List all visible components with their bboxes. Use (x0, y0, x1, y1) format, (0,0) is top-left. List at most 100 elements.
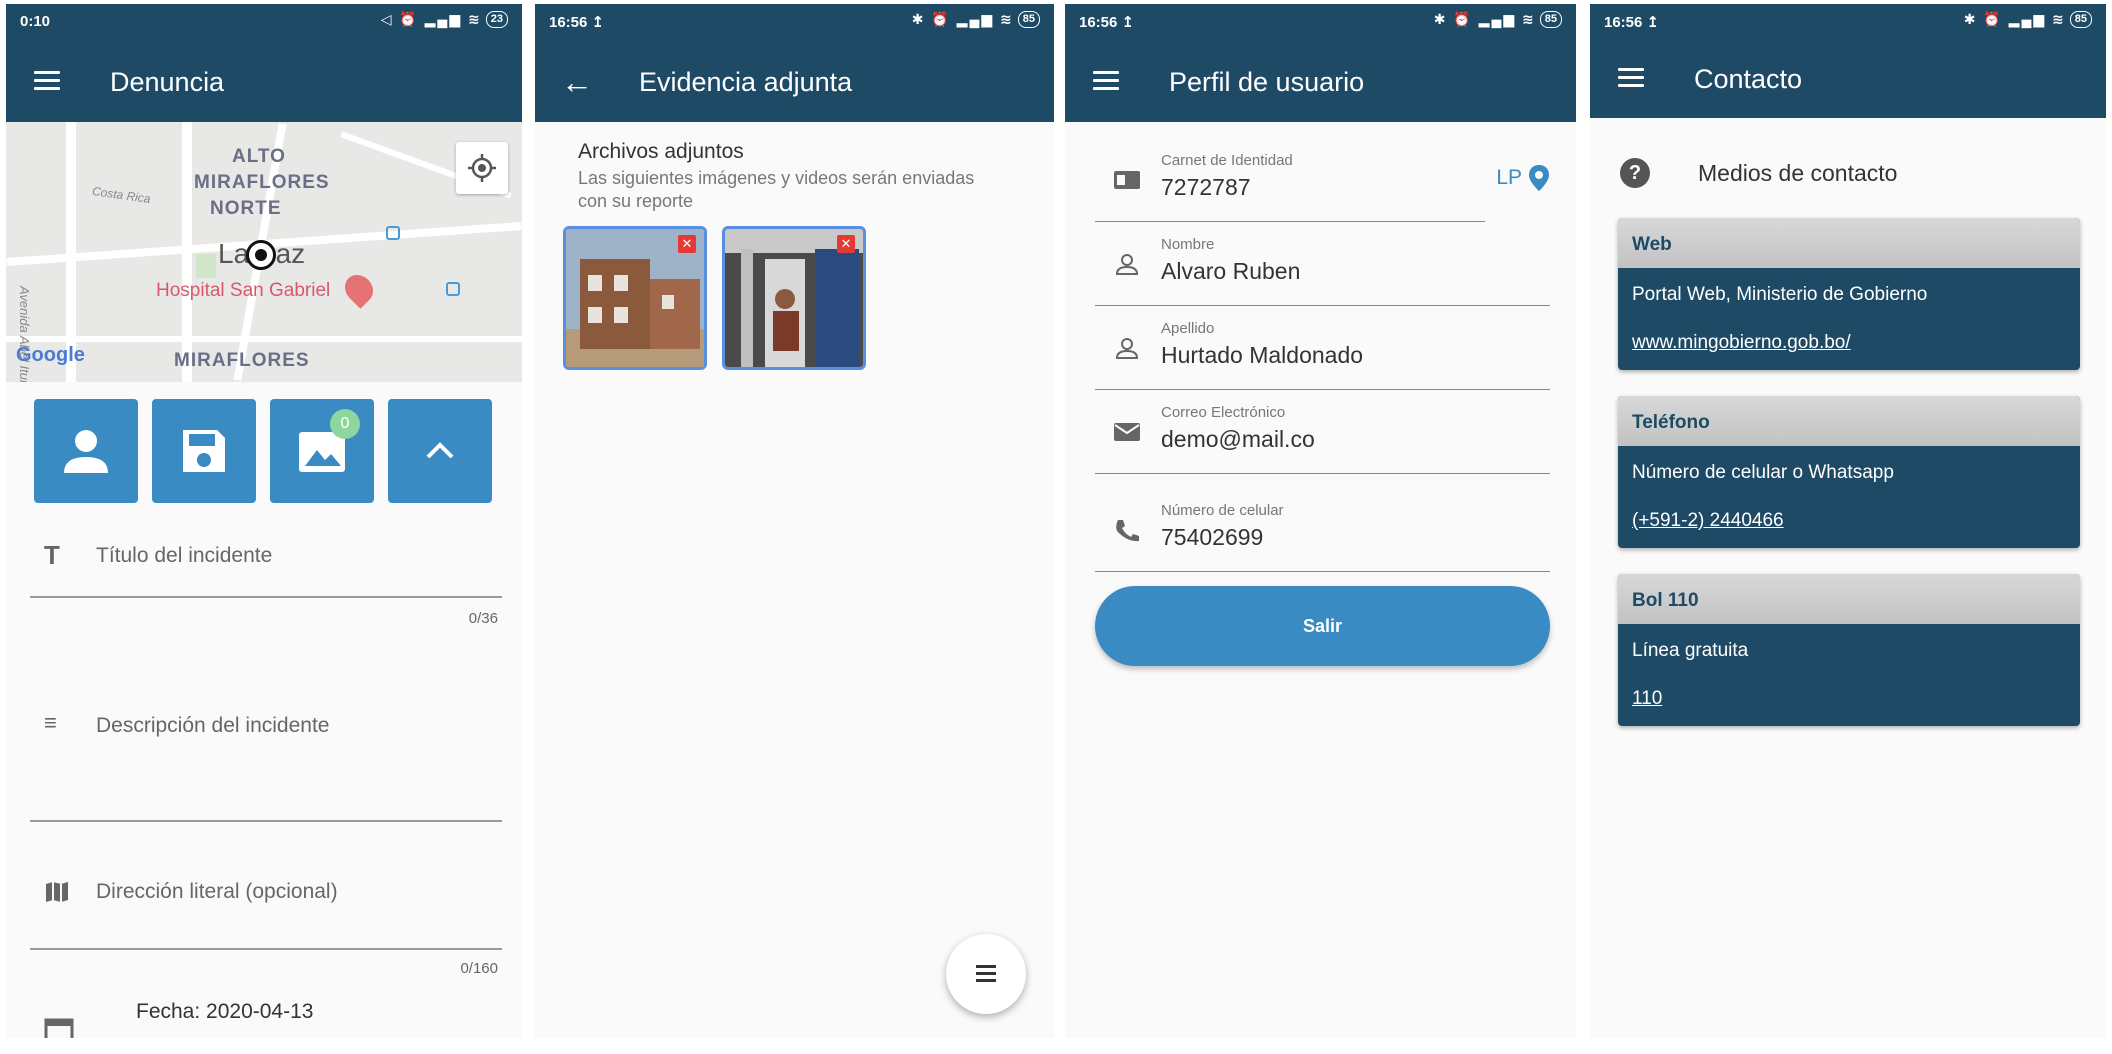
department-code[interactable]: LP (1496, 166, 1522, 190)
contact-card-telefono: Teléfono Número de celular o Whatsapp (+… (1618, 396, 2080, 548)
menu-icon[interactable] (34, 71, 60, 91)
direccion-field[interactable]: Dirección literal (opcional) (30, 864, 502, 954)
medios-heading: Medios de contacto (1698, 160, 1898, 186)
screen-contacto: 16:56 ↥ ✱ ⏰ ▂▄▆ ≋ 85 Contacto ? Medios d… (1590, 4, 2106, 1038)
direccion-counter: 0/160 (460, 960, 498, 977)
calendar-icon (44, 1018, 74, 1038)
app-bar: Denuncia (6, 38, 522, 122)
person-icon (64, 430, 108, 473)
help-icon: ? (1620, 158, 1650, 188)
app-bar: Contacto (1590, 38, 2106, 118)
titulo-placeholder: Título del incidente (96, 544, 273, 567)
delete-attachment-icon[interactable]: ✕ (837, 235, 855, 253)
status-bar: 0:10 ◁ ⏰ ▂▄▆ ≋ 23 (6, 4, 522, 38)
nombre-value: Alvaro Ruben (1161, 258, 1301, 284)
map-label-norte: NORTE (210, 198, 282, 219)
google-logo: Google (16, 344, 85, 366)
contact-card-web: Web Portal Web, Ministerio de Gobierno w… (1618, 218, 2080, 370)
attachment-thumbnail[interactable]: ✕ (563, 226, 707, 370)
battery-icon: 85 (1539, 11, 1562, 28)
page-title: Denuncia (110, 67, 225, 97)
contact-card-bol110: Bol 110 Línea gratuita 110 (1618, 574, 2080, 726)
signal-icon: ✱ ⏰ ▂▄▆ ≋ (1963, 11, 2066, 27)
phone-icon (1116, 520, 1139, 542)
page-title: Evidencia adjunta (639, 67, 853, 97)
chevron-up-icon (426, 442, 454, 459)
celular-value: 75402699 (1161, 524, 1264, 550)
delete-attachment-icon[interactable]: ✕ (678, 235, 696, 253)
titulo-counter: 0/36 (468, 610, 498, 627)
celular-field[interactable]: Número de celular 75402699 (1095, 488, 1550, 572)
location-pin-icon[interactable] (1528, 164, 1550, 192)
card-body: Línea gratuita (1632, 640, 1749, 661)
map-label-miraflores: MIRAFLORES (194, 172, 330, 193)
my-location-button[interactable] (456, 142, 508, 194)
nombre-label: Nombre (1161, 236, 1215, 253)
save-button[interactable] (152, 399, 256, 503)
app-bar: ← Evidencia adjunta (535, 38, 1054, 122)
ci-field[interactable]: Carnet de Identidad 7272787 LP (1095, 138, 1550, 222)
attachment-count-badge: 0 (330, 409, 360, 439)
map-view[interactable]: ALTO MIRAFLORES NORTE La Paz Hospital Sa… (6, 122, 522, 382)
menu-icon[interactable] (1093, 71, 1119, 91)
back-arrow-icon[interactable]: ← (561, 64, 593, 101)
correo-field[interactable]: Correo Electrónico demo@mail.co (1095, 390, 1550, 474)
fecha-field[interactable]: Fecha: 2020-04-13 (30, 1000, 502, 1038)
descripcion-field[interactable]: ≡ Descripción del incidente (30, 694, 502, 824)
map-pin-icon (246, 240, 276, 270)
text-icon: T (44, 540, 60, 570)
attachment-thumbnail[interactable]: ✕ (722, 226, 866, 370)
card-body: Número de celular o Whatsapp (1632, 462, 1894, 483)
nombre-field[interactable]: Nombre Alvaro Ruben (1095, 222, 1550, 306)
page-title: Perfil de usuario (1169, 67, 1365, 97)
web-link[interactable]: www.mingobierno.gob.bo/ (1618, 320, 2080, 370)
salir-button[interactable]: Salir (1095, 586, 1550, 666)
status-bar: 16:56 ↥ ✱ ⏰ ▂▄▆ ≋ 85 (1590, 4, 2106, 38)
screen-perfil: 16:56 ↥ ✱ ⏰ ▂▄▆ ≋ 85 Perfil de usuario C… (1065, 4, 1576, 1038)
battery-icon: 85 (2069, 11, 2092, 28)
apellido-field[interactable]: Apellido Hurtado Maldonado (1095, 306, 1550, 390)
menu-fab-button[interactable] (946, 934, 1026, 1014)
status-icons: ✱ ⏰ ▂▄▆ ≋ 85 (1964, 11, 2092, 28)
correo-label: Correo Electrónico (1161, 404, 1286, 421)
card-body: Portal Web, Ministerio de Gobierno (1632, 284, 1928, 305)
menu-icon[interactable] (1618, 68, 1644, 88)
collapse-button[interactable] (388, 399, 492, 503)
action-toolbar: 0 (34, 399, 502, 503)
hospital-marker-icon (339, 269, 379, 309)
user-button[interactable] (34, 399, 138, 503)
gallery-button[interactable]: 0 (270, 399, 374, 503)
screen-evidencia: 16:56 ↥ ✱ ⏰ ▂▄▆ ≋ 85 ← Evidencia adjunta… (535, 4, 1054, 1038)
status-time: 16:56 ↥ (1079, 14, 1135, 31)
status-time: 0:10 (20, 13, 51, 30)
titulo-field[interactable]: T Título del incidente (30, 530, 502, 600)
map-label-miraflores-sur: MIRAFLORES (174, 350, 310, 371)
map-label-costa-rica: Costa Rica (91, 183, 152, 207)
attachments-heading: Archivos adjuntos (578, 140, 744, 163)
map-icon (46, 882, 68, 902)
person-outline-icon (1115, 254, 1139, 275)
signal-icon: ✱ ⏰ ▂▄▆ ≋ (911, 11, 1014, 27)
battery-icon: 23 (485, 11, 508, 28)
hotline-link[interactable]: 110 (1618, 676, 2080, 726)
battery-icon: 85 (1017, 11, 1040, 28)
floppy-icon (183, 430, 225, 472)
map-label-hospital: Hospital San Gabriel (156, 280, 331, 301)
transit-icon (446, 282, 460, 296)
card-header: Teléfono (1618, 396, 2080, 446)
map-label-alto: ALTO (232, 146, 286, 167)
status-icons: ✱ ⏰ ▂▄▆ ≋ 85 (1434, 11, 1562, 28)
descripcion-placeholder: Descripción del incidente (96, 714, 330, 737)
card-header: Bol 110 (1618, 574, 2080, 624)
page-title: Contacto (1694, 64, 1803, 94)
status-icons: ◁ ⏰ ▂▄▆ ≋ 23 (381, 11, 508, 28)
fecha-value: Fecha: 2020-04-13 (136, 1000, 314, 1023)
screen-denuncia: 0:10 ◁ ⏰ ▂▄▆ ≋ 23 Denuncia ALTO MIRAFLOR… (6, 4, 522, 1038)
celular-label: Número de celular (1161, 502, 1284, 519)
direccion-placeholder: Dirección literal (opcional) (96, 880, 338, 903)
ci-value: 7272787 (1161, 174, 1251, 200)
status-time: 16:56 ↥ (1604, 14, 1660, 31)
notes-icon: ≡ (44, 710, 57, 735)
card-header: Web (1618, 218, 2080, 268)
phone-link[interactable]: (+591-2) 2440466 (1618, 498, 2080, 548)
